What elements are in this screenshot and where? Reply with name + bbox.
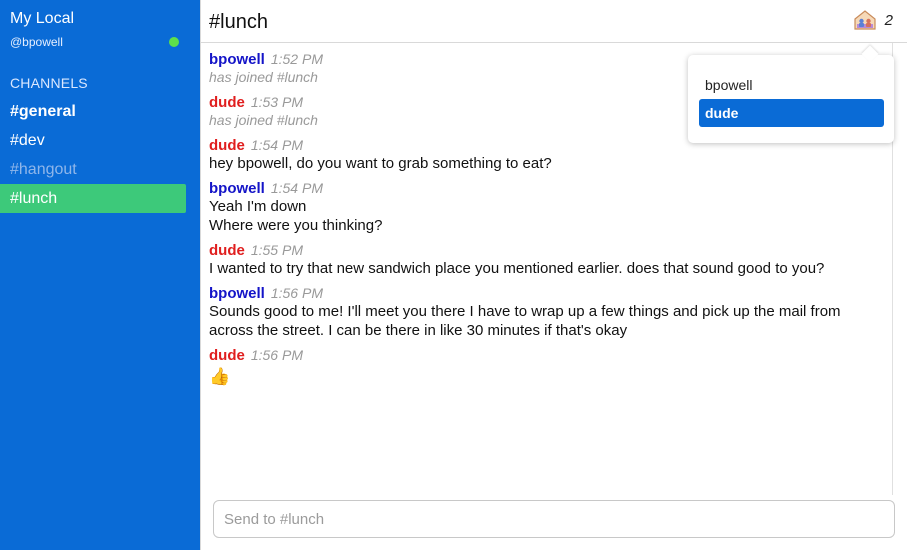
chat-main: #lunch 2 bpowell 1:52 PM has joined #lun… — [200, 0, 907, 550]
channel-header: #lunch 2 — [201, 0, 907, 43]
message: dude 1:56 PM 👍 — [209, 346, 893, 388]
members-button[interactable]: 2 — [853, 9, 893, 31]
online-status-indicator — [169, 37, 179, 47]
message-text: I wanted to try that new sandwich place … — [209, 260, 825, 277]
message-author[interactable]: dude — [209, 242, 245, 259]
channel-list: #general #dev #hangout #lunch — [0, 97, 200, 213]
message-author[interactable]: bpowell — [209, 285, 265, 302]
members-icon — [853, 9, 877, 31]
workspace-title[interactable]: My Local — [10, 10, 74, 28]
message-time: 1:56 PM — [250, 347, 303, 363]
current-user: @bpowell — [10, 35, 63, 49]
message-text: Yeah I'm down — [209, 198, 307, 215]
message-time: 1:55 PM — [250, 242, 303, 258]
message: bpowell 1:54 PM Yeah I'm down Where were … — [209, 179, 893, 235]
message-time: 1:56 PM — [270, 285, 323, 301]
message-time: 1:52 PM — [270, 51, 323, 67]
message-author[interactable]: dude — [209, 94, 245, 111]
message: dude 1:55 PM I wanted to try that new san… — [209, 241, 893, 278]
message-text: Sounds good to me! I'll meet you there I… — [209, 303, 841, 320]
message-author[interactable]: bpowell — [209, 180, 265, 197]
member-bpowell[interactable]: bpowell — [699, 71, 884, 99]
thumbs-up-emoji: 👍 — [209, 367, 231, 386]
message-input[interactable] — [214, 501, 894, 537]
channels-header: CHANNELS — [10, 75, 88, 91]
members-count: 2 — [884, 11, 893, 29]
members-popover: bpowell dude — [688, 55, 894, 143]
message: bpowell 1:56 PM Sounds good to me! I'll m… — [209, 284, 893, 340]
chat-app: My Local @bpowell CHANNELS #general #dev… — [0, 0, 907, 550]
sidebar: My Local @bpowell CHANNELS #general #dev… — [0, 0, 200, 550]
message-text: hey bpowell, do you want to grab somethi… — [209, 155, 552, 172]
member-dude[interactable]: dude — [699, 99, 884, 127]
message-author[interactable]: bpowell — [209, 51, 265, 68]
message-author[interactable]: dude — [209, 137, 245, 154]
message-author[interactable]: dude — [209, 347, 245, 364]
channel-hangout[interactable]: #hangout — [0, 155, 186, 184]
message-time: 1:54 PM — [250, 137, 303, 153]
channel-title: #lunch — [209, 11, 268, 33]
channel-dev[interactable]: #dev — [0, 126, 186, 155]
channel-lunch[interactable]: #lunch — [0, 184, 186, 213]
message-text: across the street. I can be there in lik… — [209, 322, 628, 339]
message-time: 1:53 PM — [250, 94, 303, 110]
message-time: 1:54 PM — [270, 180, 323, 196]
message-text: Where were you thinking? — [209, 217, 383, 234]
message-composer — [213, 500, 895, 538]
channel-general[interactable]: #general — [0, 97, 186, 126]
